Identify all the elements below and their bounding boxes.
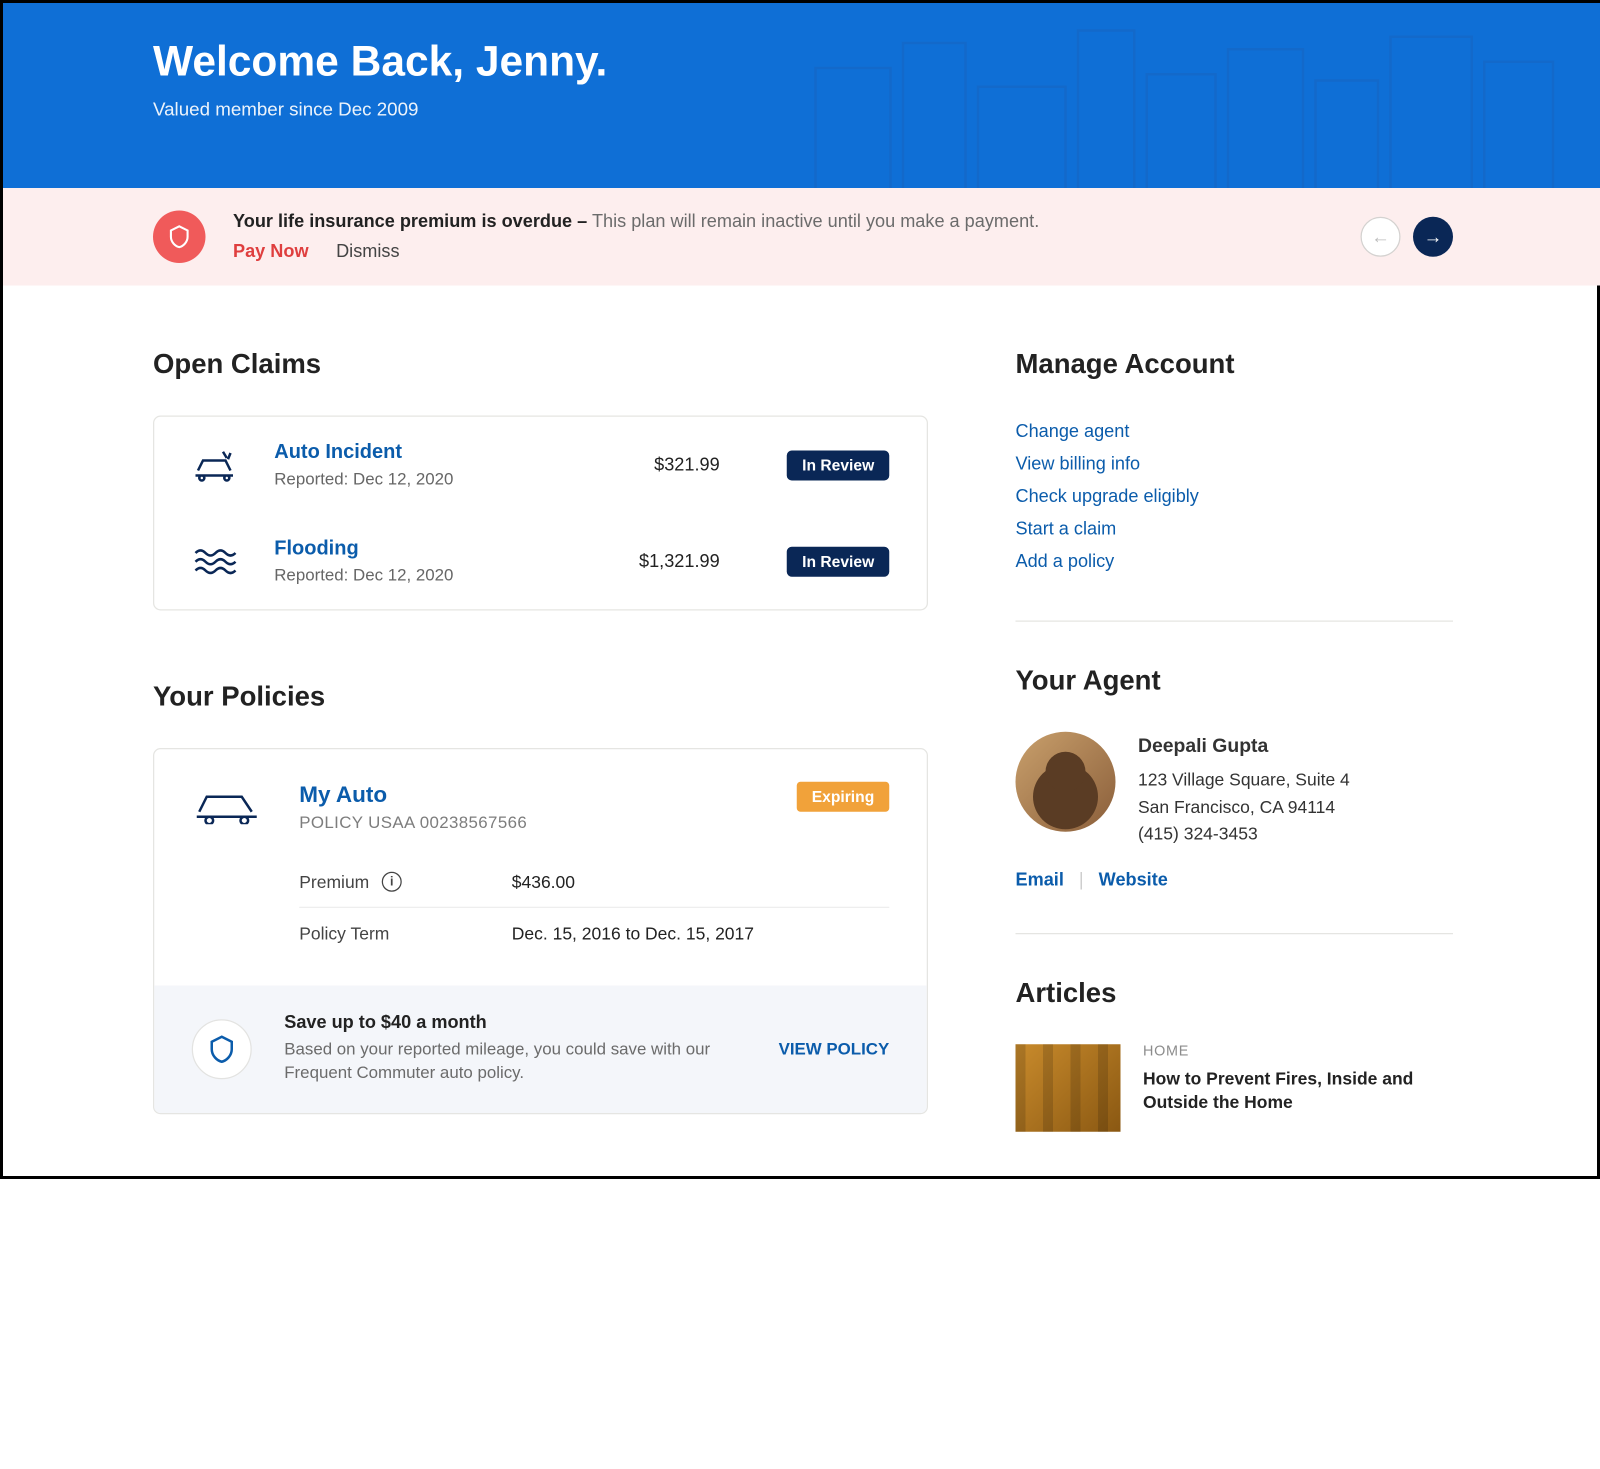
pay-now-link[interactable]: Pay Now [233, 242, 309, 262]
alert-message: Your life insurance premium is overdue –… [233, 212, 1039, 232]
claim-title-link[interactable]: Auto Incident [274, 442, 621, 465]
agent-website-link[interactable]: Website [1099, 871, 1168, 891]
car-icon [192, 782, 262, 831]
divider [1016, 933, 1454, 934]
claim-row: Flooding Reported: Dec 12, 2020 $1,321.9… [154, 513, 927, 609]
agent-phone: (415) 324-3453 [1138, 821, 1350, 848]
start-claim-link[interactable]: Start a claim [1016, 513, 1454, 546]
policies-heading: Your Policies [153, 681, 928, 714]
policy-number: POLICY USAA 00238567566 [299, 813, 759, 832]
article-thumbnail [1016, 1044, 1121, 1132]
change-agent-link[interactable]: Change agent [1016, 416, 1454, 449]
shield-alert-icon [153, 211, 206, 264]
claim-amount: $321.99 [654, 455, 720, 475]
view-billing-link[interactable]: View billing info [1016, 448, 1454, 481]
promo-title: Save up to $40 a month [284, 1013, 746, 1033]
claim-reported: Reported: Dec 12, 2020 [274, 469, 621, 488]
cityscape-illustration [803, 18, 1600, 188]
agent-email-link[interactable]: Email [1016, 871, 1064, 891]
check-upgrade-link[interactable]: Check upgrade eligibly [1016, 481, 1454, 514]
term-value: Dec. 15, 2016 to Dec. 15, 2017 [512, 923, 754, 943]
open-claims-heading: Open Claims [153, 348, 928, 381]
article-item: HOME How to Prevent Fires, Inside and Ou… [1016, 1044, 1454, 1132]
term-label: Policy Term [299, 923, 512, 943]
shield-icon [192, 1019, 252, 1079]
article-category: HOME [1143, 1044, 1453, 1059]
add-policy-link[interactable]: Add a policy [1016, 546, 1454, 579]
article-title-link[interactable]: How to Prevent Fires, Inside and Outside… [1143, 1067, 1453, 1114]
claim-amount: $1,321.99 [639, 551, 720, 571]
waves-icon [192, 546, 242, 576]
promo-description: Based on your reported mileage, you coul… [284, 1038, 746, 1085]
manage-account-heading: Manage Account [1016, 348, 1454, 381]
car-crash-icon [192, 447, 242, 482]
alert-bar: Your life insurance premium is overdue –… [3, 188, 1600, 286]
alert-next-button[interactable]: → [1413, 217, 1453, 257]
agent-address-1: 123 Village Square, Suite 4 [1138, 767, 1350, 794]
agent-avatar [1016, 732, 1116, 832]
info-icon[interactable]: i [382, 872, 402, 892]
hero-banner: Welcome Back, Jenny. Valued member since… [3, 3, 1600, 188]
dismiss-link[interactable]: Dismiss [336, 242, 399, 262]
separator: | [1079, 871, 1084, 891]
status-badge: In Review [787, 450, 889, 480]
articles-heading: Articles [1016, 977, 1454, 1010]
claims-card: Auto Incident Reported: Dec 12, 2020 $32… [153, 416, 928, 611]
premium-label: Premium i [299, 872, 512, 892]
divider [1016, 621, 1454, 622]
alert-prev-button[interactable]: ← [1361, 217, 1401, 257]
expiring-badge: Expiring [797, 782, 890, 812]
claim-reported: Reported: Dec 12, 2020 [274, 566, 606, 585]
status-badge: In Review [787, 546, 889, 576]
premium-value: $436.00 [512, 872, 575, 892]
agent-name: Deepali Gupta [1138, 732, 1350, 762]
view-policy-button[interactable]: VIEW POLICY [779, 1040, 890, 1059]
claim-row: Auto Incident Reported: Dec 12, 2020 $32… [154, 417, 927, 513]
your-agent-heading: Your Agent [1016, 664, 1454, 697]
policy-title-link[interactable]: My Auto [299, 782, 759, 808]
agent-address-2: San Francisco, CA 94114 [1138, 794, 1350, 821]
policy-card: My Auto POLICY USAA 00238567566 Expiring… [153, 748, 928, 1114]
claim-title-link[interactable]: Flooding [274, 538, 606, 561]
